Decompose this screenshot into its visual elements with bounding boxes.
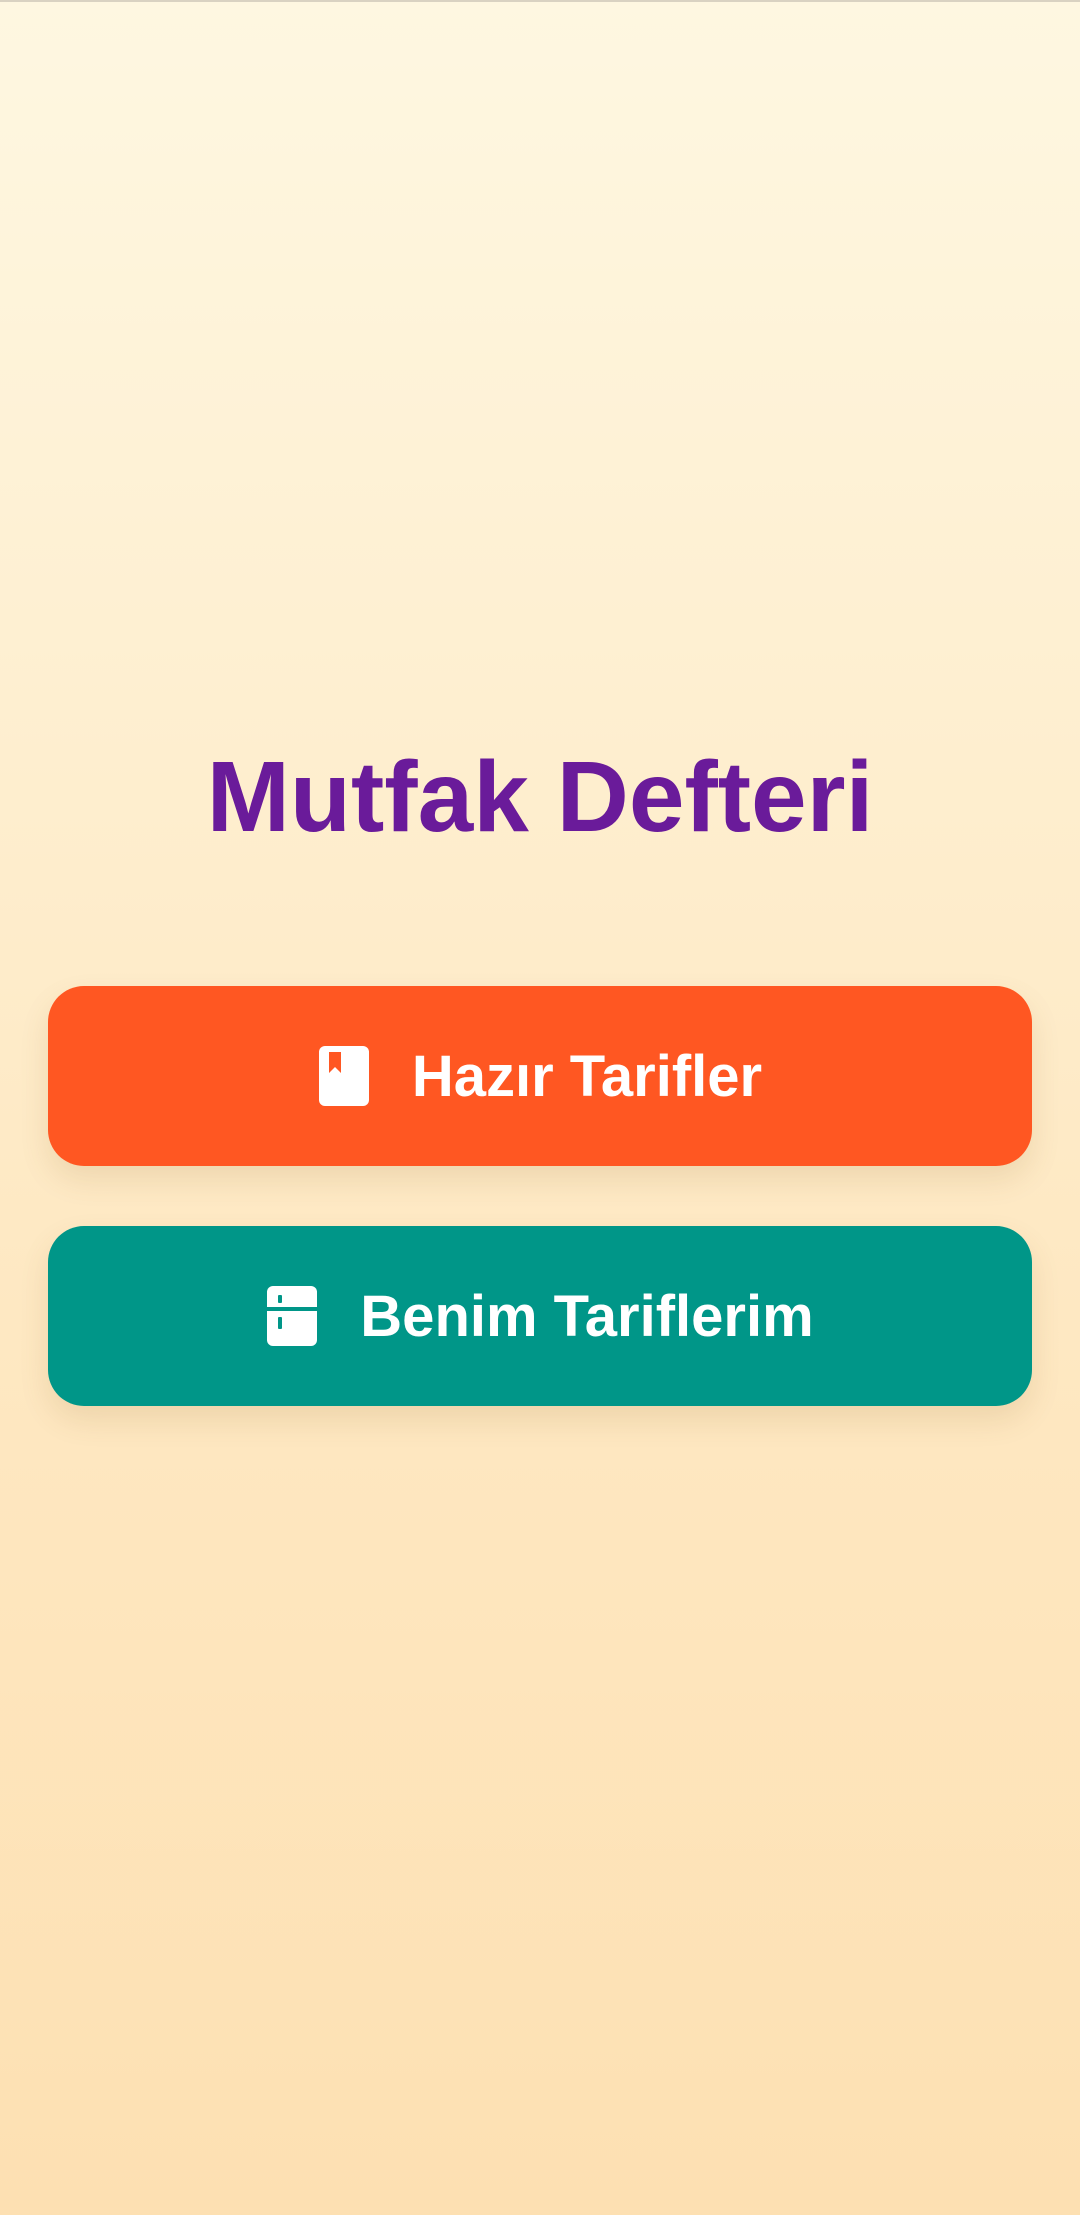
my-recipes-label: Benim Tariflerim	[360, 1283, 814, 1349]
fridge-icon	[266, 1285, 318, 1347]
top-divider	[0, 0, 1080, 2]
book-bookmark-icon	[318, 1045, 370, 1107]
my-recipes-button[interactable]: Benim Tariflerim	[48, 1226, 1032, 1406]
app-title: Mutfak Defteri	[206, 741, 874, 853]
ready-recipes-button[interactable]: Hazır Tarifler	[48, 986, 1032, 1166]
ready-recipes-label: Hazır Tarifler	[411, 1043, 763, 1109]
